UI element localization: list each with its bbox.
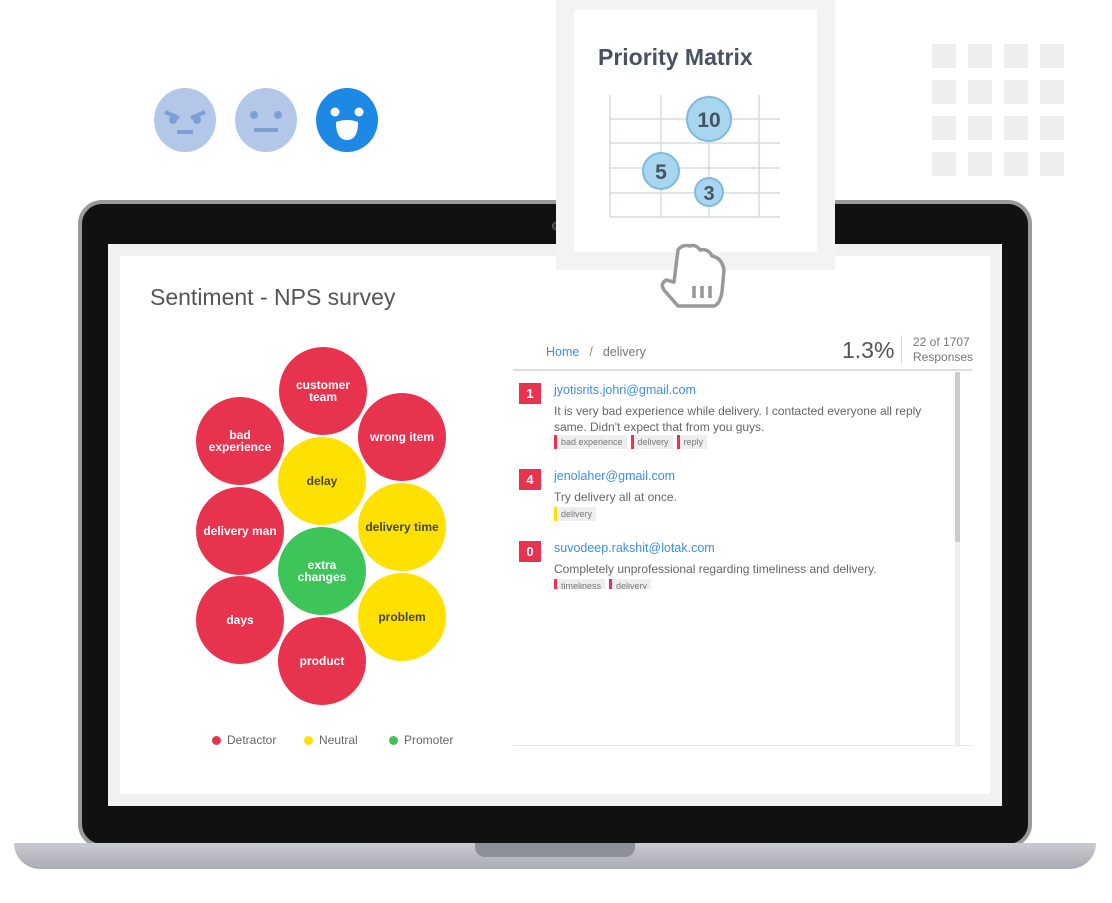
- matrix-bubble: 3: [694, 177, 724, 207]
- decorative-square: [1040, 80, 1064, 104]
- decorative-square: [1004, 80, 1028, 104]
- respondent-email[interactable]: jenolaher@gmail.com: [554, 469, 675, 483]
- response-percent: 1.3%: [842, 337, 895, 363]
- list-bottom-border: [513, 745, 972, 746]
- decorative-square: [968, 116, 992, 140]
- count-unit: Responses: [913, 350, 974, 364]
- matrix-bubble: 10: [686, 96, 732, 142]
- legend-label: Detractor: [227, 733, 277, 747]
- tag[interactable]: delivery: [554, 507, 597, 521]
- svg-text:3: 3: [703, 183, 714, 205]
- decorative-square: [968, 44, 992, 68]
- tag[interactable]: bad experience: [554, 435, 627, 449]
- breadcrumb: Home / delivery: [546, 345, 646, 359]
- legend-label: Promoter: [404, 733, 454, 747]
- header-divider: [513, 369, 972, 371]
- legend-label: Neutral: [319, 733, 358, 747]
- response-text: It is very bad experience while delivery…: [554, 404, 922, 434]
- breadcrumb-home[interactable]: Home: [546, 345, 579, 359]
- legend-promoter: Promoter: [389, 733, 453, 747]
- breadcrumb-separator: /: [589, 345, 593, 359]
- priority-matrix-title: Priority Matrix: [598, 44, 753, 70]
- legend-neutral: Neutral: [304, 733, 358, 747]
- tag[interactable]: reply: [676, 435, 708, 449]
- score-badge: 1: [519, 383, 541, 404]
- score-badge: 4: [519, 469, 541, 490]
- tag[interactable]: delivery: [630, 435, 673, 449]
- decorative-square: [968, 80, 992, 104]
- decorative-square: [932, 116, 956, 140]
- decorative-square: [1004, 116, 1028, 140]
- score-badge: 0: [519, 541, 541, 562]
- decorative-square: [968, 152, 992, 176]
- decorative-square: [1040, 116, 1064, 140]
- response-text: Try delivery all at once.: [554, 490, 677, 504]
- response-text: Completely unprofessional regarding time…: [554, 562, 877, 576]
- decorative-square: [932, 80, 956, 104]
- divider: [901, 335, 902, 365]
- decorative-square: [932, 44, 956, 68]
- decorative-square: [1040, 152, 1064, 176]
- respondent-email[interactable]: suvodeep.rakshit@lotak.com: [554, 541, 715, 555]
- legend-detractor: Detractor: [212, 733, 276, 747]
- hand-cursor-icon: [660, 243, 726, 308]
- matrix-bubble: 5: [642, 152, 680, 190]
- svg-text:5: 5: [655, 161, 667, 184]
- priority-matrix-grid: 10 5 3: [609, 95, 780, 218]
- topic-bubble[interactable]: days: [196, 576, 284, 664]
- decorative-square: [1040, 44, 1064, 68]
- count-text: 22 of 1707: [913, 335, 970, 349]
- neutral-face-icon: [235, 88, 297, 152]
- svg-text:10: 10: [697, 109, 720, 132]
- laptop-notch: [475, 843, 635, 857]
- topic-bubble[interactable]: product: [278, 617, 366, 705]
- respondent-email[interactable]: jyotisrits.johri@gmail.com: [554, 383, 696, 397]
- decorative-square: [1004, 152, 1028, 176]
- angry-face-icon: [154, 88, 216, 152]
- decorative-square: [1004, 44, 1028, 68]
- decorative-square: [932, 152, 956, 176]
- page-title: Sentiment - NPS survey: [150, 284, 396, 310]
- response-count: 22 of 1707 Responses: [913, 335, 973, 365]
- emoji-row: [154, 88, 378, 152]
- breadcrumb-current: delivery: [602, 345, 646, 359]
- happy-face-icon: [316, 88, 378, 152]
